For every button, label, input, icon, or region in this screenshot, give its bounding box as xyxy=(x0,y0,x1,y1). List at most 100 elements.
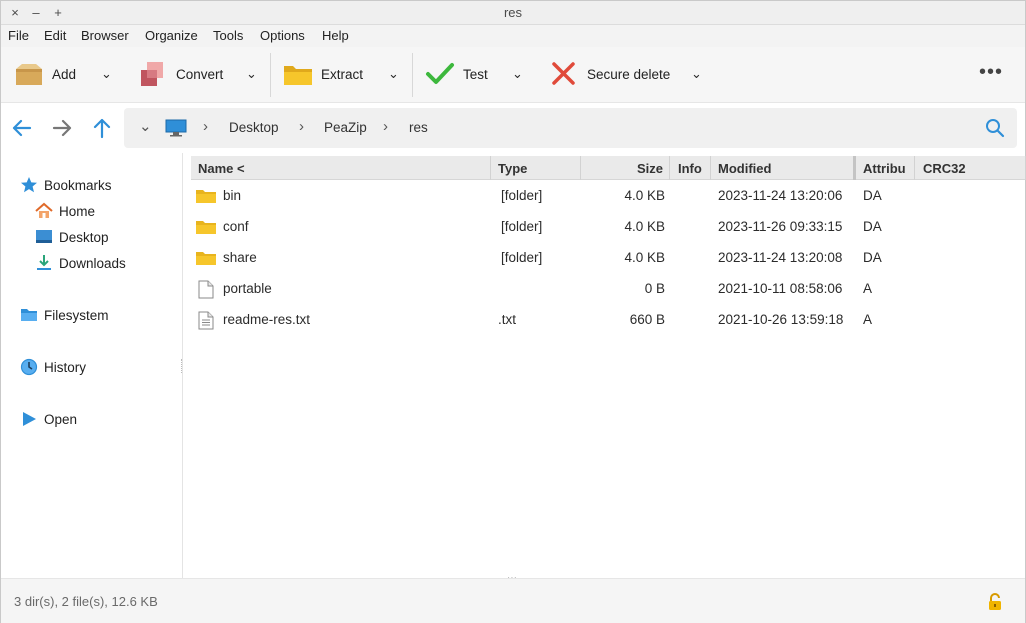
title-bar: × – + res xyxy=(1,1,1025,25)
sidebar: Bookmarks Home Desktop Downloads Filesys… xyxy=(1,153,183,578)
file-attributes: A xyxy=(863,281,873,296)
file-icon xyxy=(198,280,214,299)
breadcrumb-peazip[interactable]: PeaZip xyxy=(324,120,367,135)
breadcrumb-desktop[interactable]: Desktop xyxy=(229,120,279,135)
sidebar-item-label: Downloads xyxy=(59,255,126,271)
file-type: [folder] xyxy=(501,219,543,234)
column-divider[interactable] xyxy=(490,156,491,180)
file-size: 4.0 KB xyxy=(624,219,665,234)
file-name: share xyxy=(223,250,257,265)
file-row[interactable]: portable 0 B 2021-10-11 08:58:06 A xyxy=(191,273,1026,304)
column-divider[interactable] xyxy=(710,156,711,180)
file-attributes: DA xyxy=(863,250,882,265)
menu-options[interactable]: Options xyxy=(260,28,305,43)
column-divider[interactable] xyxy=(580,156,581,180)
file-name: portable xyxy=(223,281,272,296)
file-row[interactable]: readme-res.txt .txt 660 B 2021-10-26 13:… xyxy=(191,304,1026,335)
home-icon xyxy=(35,202,53,220)
unlocked-padlock-icon[interactable] xyxy=(987,593,1003,611)
file-name: conf xyxy=(223,219,249,234)
convert-dropdown-chevron-icon[interactable]: ⌄ xyxy=(246,60,257,88)
sidebar-item-downloads[interactable]: Downloads xyxy=(35,254,126,272)
menu-file[interactable]: File xyxy=(8,28,29,43)
address-bar[interactable]: ⌄ › Desktop › PeaZip › res xyxy=(124,108,1017,148)
file-type: [folder] xyxy=(501,250,543,265)
add-label: Add xyxy=(52,66,77,82)
file-size: 4.0 KB xyxy=(624,250,665,265)
file-attributes: DA xyxy=(863,188,882,203)
sidebar-item-label: Open xyxy=(44,411,78,427)
sidebar-item-filesystem[interactable]: Filesystem xyxy=(20,306,109,324)
menu-browser[interactable]: Browser xyxy=(81,28,129,43)
breadcrumb-separator-icon: › xyxy=(299,118,304,135)
star-icon xyxy=(20,176,38,194)
checkmark-icon xyxy=(425,61,455,87)
folder-icon xyxy=(196,188,216,204)
file-type: .txt xyxy=(498,312,517,327)
column-divider[interactable] xyxy=(914,156,915,180)
sidebar-item-desktop[interactable]: Desktop xyxy=(35,228,109,246)
secure-delete-label: Secure delete xyxy=(587,66,671,82)
file-modified: 2021-10-26 13:59:18 xyxy=(718,312,844,327)
folder-icon xyxy=(20,306,38,324)
toolbar-separator xyxy=(412,53,413,97)
back-arrow-icon[interactable] xyxy=(10,116,34,140)
text-file-icon xyxy=(198,311,214,330)
file-row[interactable]: share [folder] 4.0 KB 2023-11-24 13:20:0… xyxy=(191,242,1026,273)
convert-button[interactable]: Convert xyxy=(138,60,223,88)
file-list-header: Name < Type Size Info Modified Attribu C… xyxy=(191,156,1026,180)
file-size: 0 B xyxy=(644,281,665,296)
sidebar-item-bookmarks[interactable]: Bookmarks xyxy=(20,176,112,194)
test-label: Test xyxy=(463,66,488,82)
sidebar-item-history[interactable]: History xyxy=(20,358,86,376)
column-header-crc32[interactable]: CRC32 xyxy=(923,161,966,176)
column-header-size[interactable]: Size xyxy=(637,161,663,176)
column-header-info[interactable]: Info xyxy=(678,161,702,176)
file-modified: 2021-10-11 08:58:06 xyxy=(718,281,843,296)
status-bar: 3 dir(s), 2 file(s), 12.6 KB xyxy=(1,578,1025,623)
history-chevron-down-icon[interactable]: ⌄ xyxy=(139,117,152,135)
column-divider[interactable] xyxy=(853,156,856,180)
secure-delete-button[interactable]: Secure delete xyxy=(549,60,670,88)
up-arrow-icon[interactable] xyxy=(90,116,114,140)
folder-icon xyxy=(283,61,313,87)
extract-dropdown-chevron-icon[interactable]: ⌄ xyxy=(388,60,399,88)
folder-icon xyxy=(196,219,216,235)
menu-bar: File Edit Browser Organize Tools Options… xyxy=(1,25,1025,47)
test-button[interactable]: Test xyxy=(425,60,488,88)
search-icon[interactable] xyxy=(985,118,1005,138)
computer-icon[interactable] xyxy=(165,119,187,137)
file-row[interactable]: bin [folder] 4.0 KB 2023-11-24 13:20:06 … xyxy=(191,180,1026,211)
extract-button[interactable]: Extract xyxy=(283,60,363,88)
delete-x-icon xyxy=(549,61,579,87)
file-row[interactable]: conf [folder] 4.0 KB 2023-11-26 09:33:15… xyxy=(191,211,1026,242)
breadcrumb-separator-icon: › xyxy=(203,118,208,135)
breadcrumb-res[interactable]: res xyxy=(409,120,428,135)
column-header-name[interactable]: Name < xyxy=(198,161,245,176)
column-header-attributes[interactable]: Attribu xyxy=(863,161,909,176)
test-dropdown-chevron-icon[interactable]: ⌄ xyxy=(512,60,523,88)
navigation-bar: ⌄ › Desktop › PeaZip › res xyxy=(1,103,1025,153)
file-name: bin xyxy=(223,188,242,203)
add-dropdown-chevron-icon[interactable]: ⌄ xyxy=(101,60,112,88)
sidebar-resize-handle[interactable] xyxy=(181,359,183,373)
sidebar-item-open[interactable]: Open xyxy=(20,410,77,428)
column-divider[interactable] xyxy=(669,156,670,180)
column-header-type[interactable]: Type xyxy=(498,161,527,176)
menu-tools[interactable]: Tools xyxy=(213,28,243,43)
window-title: res xyxy=(503,5,523,20)
secure-delete-dropdown-chevron-icon[interactable]: ⌄ xyxy=(691,60,702,88)
toolbar: Add ⌄ Convert ⌄ Extract ⌄ Test ⌄ Secure … xyxy=(1,47,1025,103)
menu-help[interactable]: Help xyxy=(322,28,349,43)
menu-organize[interactable]: Organize xyxy=(145,28,198,43)
file-size: 660 B xyxy=(629,312,665,327)
clock-icon xyxy=(20,358,38,376)
add-button[interactable]: Add xyxy=(14,60,76,88)
column-header-modified[interactable]: Modified xyxy=(718,161,771,176)
menu-edit[interactable]: Edit xyxy=(44,28,66,43)
more-options-icon[interactable]: ••• xyxy=(979,61,1003,83)
file-modified: 2023-11-24 13:20:08 xyxy=(718,250,843,265)
convert-icon xyxy=(138,61,168,87)
forward-arrow-icon[interactable] xyxy=(50,116,74,140)
sidebar-item-home[interactable]: Home xyxy=(35,202,95,220)
